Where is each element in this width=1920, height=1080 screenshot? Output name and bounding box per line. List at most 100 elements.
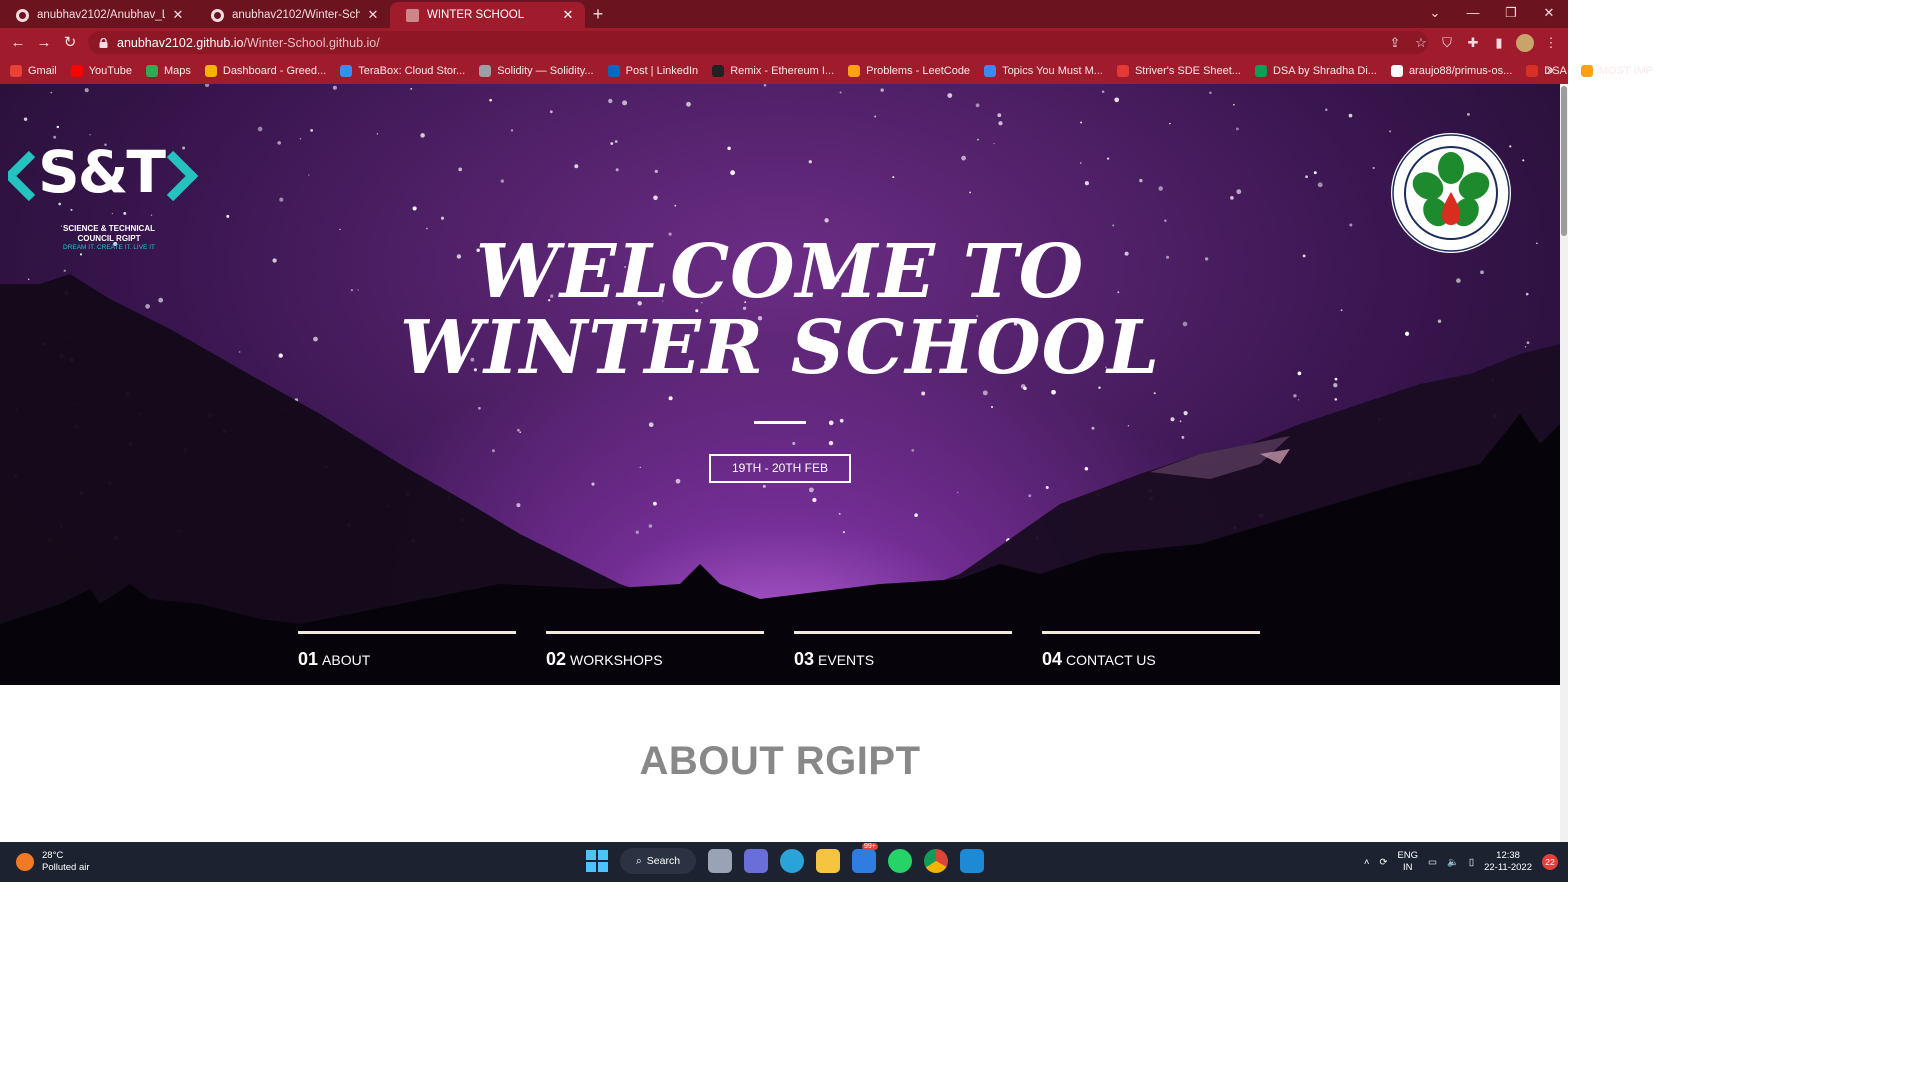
notification-badge[interactable]: 22	[1542, 854, 1558, 870]
clock[interactable]: 12:38 22-11-2022	[1484, 850, 1532, 874]
event-date-button[interactable]: 19TH - 20TH FEB	[709, 454, 851, 483]
star	[332, 85, 337, 90]
hero-nav: 01 ABOUT 02 WORKSHOPS 03 EVENTS 04 CONTACT U…	[298, 631, 1260, 670]
star	[1334, 398, 1338, 401]
windows-start-icon[interactable]	[586, 850, 608, 872]
star	[1372, 166, 1375, 170]
star	[1091, 426, 1095, 430]
bookmark-gmail[interactable]: Gmail	[10, 64, 57, 77]
star	[842, 531, 845, 534]
profile-avatar[interactable]	[1516, 33, 1534, 52]
star	[310, 128, 314, 132]
browser-tab-3[interactable]: WINTER SCHOOL ✕	[390, 2, 585, 28]
edge-icon[interactable]	[780, 849, 804, 873]
star	[1235, 127, 1239, 131]
browser-tab-2[interactable]: anubhav2102/Winter-School.gith ✕	[195, 2, 390, 28]
star	[510, 129, 514, 132]
new-tab-button[interactable]: +	[585, 2, 611, 28]
tray-overflow-icon[interactable]: ˄	[1364, 857, 1370, 868]
window-close-icon[interactable]: ✕	[1530, 0, 1568, 26]
bookmark-dsa-shradha[interactable]: DSA by Shradha Di...	[1254, 64, 1377, 77]
lock-icon[interactable]	[98, 37, 108, 48]
star	[838, 512, 841, 515]
star	[1325, 108, 1328, 112]
close-icon[interactable]: ✕	[561, 7, 575, 23]
nav-about[interactable]: 01 ABOUT	[298, 631, 516, 670]
bookmark-most-imp[interactable]: MOST IMP	[1580, 64, 1653, 77]
terabox-icon	[340, 64, 353, 77]
file-explorer-icon[interactable]	[816, 849, 840, 873]
address-bar[interactable]: anubhav2102.github.io/Winter-School.gith…	[88, 31, 1428, 54]
bookmark-striver[interactable]: Striver's SDE Sheet...	[1116, 64, 1241, 77]
extensions-icon[interactable]: ✚	[1464, 34, 1482, 52]
bookmark-youtube[interactable]: YouTube	[70, 64, 132, 77]
star	[1153, 392, 1156, 395]
star-icon[interactable]: ☆	[1412, 34, 1430, 52]
bookmark-solidity[interactable]: Solidity — Solidity...	[479, 64, 594, 77]
vscode-icon[interactable]	[960, 849, 984, 873]
side-panel-icon[interactable]: ▮	[1490, 34, 1508, 52]
scrollbar-thumb[interactable]	[1561, 86, 1567, 236]
star	[308, 174, 310, 176]
share-icon[interactable]: ⇪	[1386, 34, 1404, 52]
leetcode-icon	[1580, 64, 1593, 77]
close-icon[interactable]: ✕	[366, 7, 380, 23]
battery-icon[interactable]: ▯	[1469, 857, 1474, 868]
mail-icon[interactable]: 99+	[852, 843, 878, 873]
bookmark-maps[interactable]: Maps	[145, 64, 191, 77]
star	[440, 216, 445, 220]
star	[654, 169, 658, 174]
star	[1106, 157, 1110, 160]
bookmark-leetcode[interactable]: Problems - LeetCode	[848, 64, 970, 77]
star	[839, 91, 842, 94]
star	[410, 88, 413, 90]
star	[828, 420, 834, 426]
reload-icon[interactable]: ↻	[57, 30, 83, 56]
star	[420, 133, 425, 138]
star	[519, 431, 522, 434]
github-icon	[16, 8, 29, 22]
bookmark-remix[interactable]: Remix - Ethereum I...	[712, 64, 834, 77]
bookmark-terabox[interactable]: TeraBox: Cloud Stor...	[340, 64, 465, 77]
chrome-icon[interactable]	[924, 849, 948, 873]
nav-events[interactable]: 03 EVENTS	[794, 631, 1012, 670]
language-indicator[interactable]: ENG IN	[1397, 850, 1418, 874]
star	[1170, 417, 1175, 422]
bookmark-linkedin[interactable]: Post | LinkedIn	[607, 64, 698, 77]
restore-icon[interactable]: ❐	[1492, 0, 1530, 26]
star	[478, 406, 481, 410]
bookmark-primus-os[interactable]: araujo88/primus-os...	[1390, 64, 1512, 77]
browser-tab-1[interactable]: anubhav2102/Anubhav_Ladha ✕	[0, 2, 195, 28]
forward-icon[interactable]: →	[31, 30, 57, 56]
bookmark-dashboard[interactable]: Dashboard - Greed...	[204, 64, 326, 77]
star	[1317, 182, 1323, 188]
page-scrollbar[interactable]	[1560, 84, 1568, 842]
menu-icon[interactable]: ⋮	[1542, 34, 1560, 52]
star	[204, 84, 210, 88]
star	[675, 478, 681, 484]
whatsapp-icon[interactable]	[888, 849, 912, 873]
star	[23, 117, 28, 121]
teams-chat-icon[interactable]	[744, 849, 768, 873]
shield-extension-icon[interactable]: ⛉	[1438, 34, 1456, 52]
close-icon[interactable]: ✕	[171, 7, 185, 23]
bookmark-topics[interactable]: Topics You Must M...	[984, 64, 1103, 77]
star	[1522, 159, 1525, 162]
volume-icon[interactable]: 🔈	[1447, 857, 1459, 868]
bookmarks-overflow-button[interactable]: »	[1547, 62, 1554, 77]
star	[914, 513, 918, 517]
star	[491, 449, 495, 453]
network-icon[interactable]: ▭	[1428, 857, 1437, 868]
back-icon[interactable]: ←	[5, 30, 31, 56]
task-view-icon[interactable]	[708, 849, 732, 873]
nav-contact-us[interactable]: 04 CONTACT US	[1042, 631, 1260, 670]
sync-icon[interactable]: ⟳	[1379, 857, 1387, 868]
taskbar-search-button[interactable]: ⌕ Search	[620, 848, 696, 874]
star	[686, 101, 691, 107]
weather-widget[interactable]: 28°C Polluted air	[16, 850, 90, 874]
tab-strip: anubhav2102/Anubhav_Ladha ✕ anubhav2102/…	[0, 0, 1568, 28]
star	[1084, 467, 1089, 471]
nav-workshops[interactable]: 02 WORKSHOPS	[546, 631, 764, 670]
tab-search-icon[interactable]: ⌄	[1416, 0, 1454, 26]
minimize-icon[interactable]: —	[1454, 0, 1492, 26]
